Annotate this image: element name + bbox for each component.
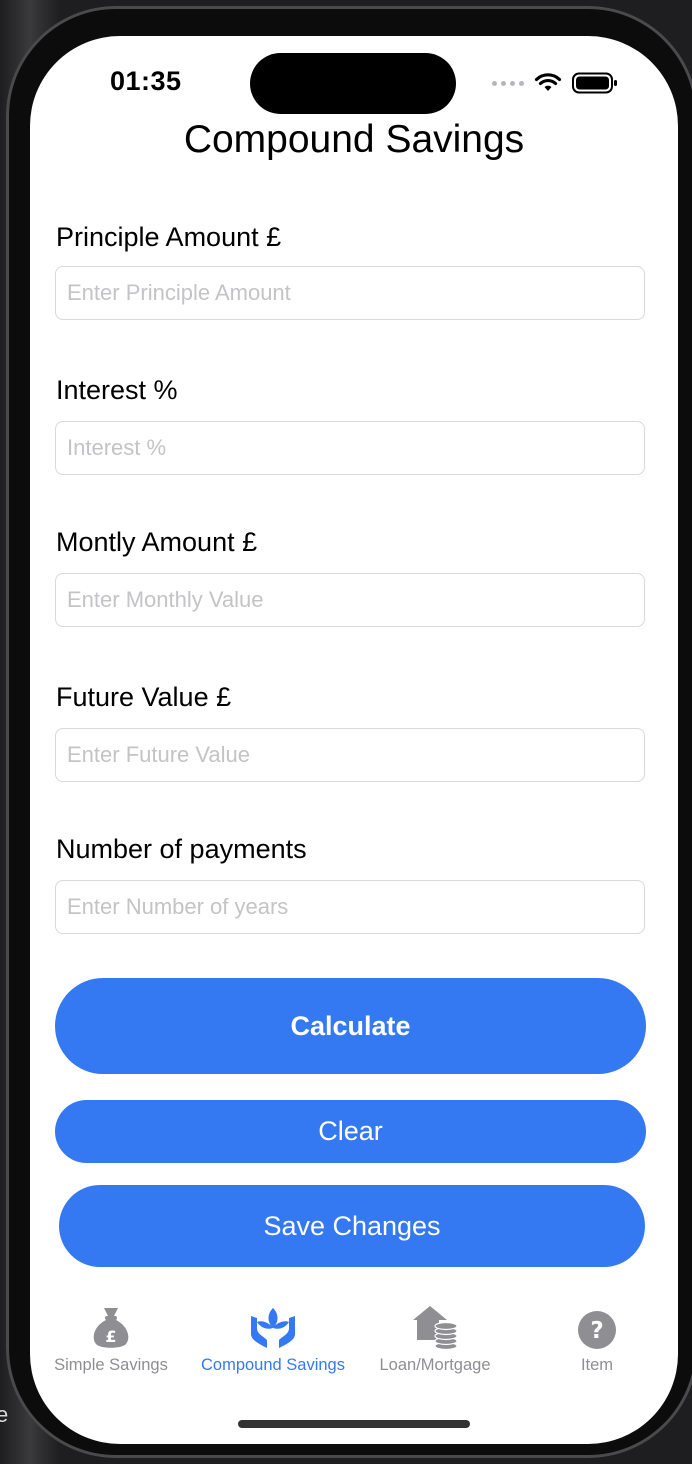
save-changes-button[interactable]: Save Changes xyxy=(59,1185,645,1267)
principle-amount-field[interactable] xyxy=(55,266,645,320)
battery-icon xyxy=(572,72,617,94)
monthly-amount-input[interactable] xyxy=(56,574,644,626)
interest-field[interactable] xyxy=(55,421,645,475)
page-title: Compound Savings xyxy=(183,118,525,161)
principle-amount-label: Principle Amount £ xyxy=(56,222,282,252)
tab-label-compound-savings: Compound Savings xyxy=(200,1356,345,1374)
phone-frame: 01:35 Compound Savings Principle Amount … xyxy=(6,6,692,1458)
status-time: 01:35 xyxy=(110,66,182,96)
dynamic-island xyxy=(250,53,456,114)
tab-bar: £ Simple Savings Compound Savings Loan/M… xyxy=(30,1304,678,1404)
phone-screen: 01:35 Compound Savings Principle Amount … xyxy=(30,36,678,1444)
tab-label-simple-savings: Simple Savings xyxy=(54,1356,168,1374)
home-indicator[interactable] xyxy=(238,1420,470,1428)
tab-label-loan-mortgage: Loan/Mortgage xyxy=(379,1356,491,1374)
calculate-button[interactable]: Calculate xyxy=(55,978,646,1074)
tab-simple-savings[interactable]: £ Simple Savings xyxy=(30,1304,192,1375)
tab-item[interactable]: ? Item xyxy=(516,1304,678,1375)
wifi-icon xyxy=(534,73,562,91)
money-bag-pound-icon: £ xyxy=(93,1308,129,1348)
question-circle-icon: ? xyxy=(578,1311,616,1349)
principle-amount-input[interactable] xyxy=(56,267,644,319)
signal-dots-icon xyxy=(492,80,524,86)
status-icons xyxy=(492,72,618,94)
future-value-label: Future Value £ xyxy=(56,682,232,712)
house-coins-icon xyxy=(413,1306,458,1350)
tab-loan-mortgage[interactable]: Loan/Mortgage xyxy=(354,1304,516,1375)
tab-compound-savings[interactable]: Compound Savings xyxy=(192,1304,354,1375)
monthly-amount-field[interactable] xyxy=(55,573,645,627)
clear-button[interactable]: Clear xyxy=(55,1100,646,1163)
future-value-input[interactable] xyxy=(56,729,644,781)
hands-plant-icon xyxy=(251,1308,295,1348)
number-of-payments-label: Number of payments xyxy=(56,834,307,864)
number-of-payments-field[interactable] xyxy=(55,880,645,934)
monthly-amount-label: Montly Amount £ xyxy=(56,527,258,557)
interest-label: Interest % xyxy=(56,375,178,405)
tab-label-item: Item xyxy=(580,1356,614,1374)
svg-text:£: £ xyxy=(105,1327,116,1346)
interest-input[interactable] xyxy=(56,422,644,474)
background-edge-text: e xyxy=(0,1402,9,1427)
future-value-field[interactable] xyxy=(55,728,645,782)
number-of-payments-input[interactable] xyxy=(56,881,644,933)
svg-text:?: ? xyxy=(590,1318,603,1344)
